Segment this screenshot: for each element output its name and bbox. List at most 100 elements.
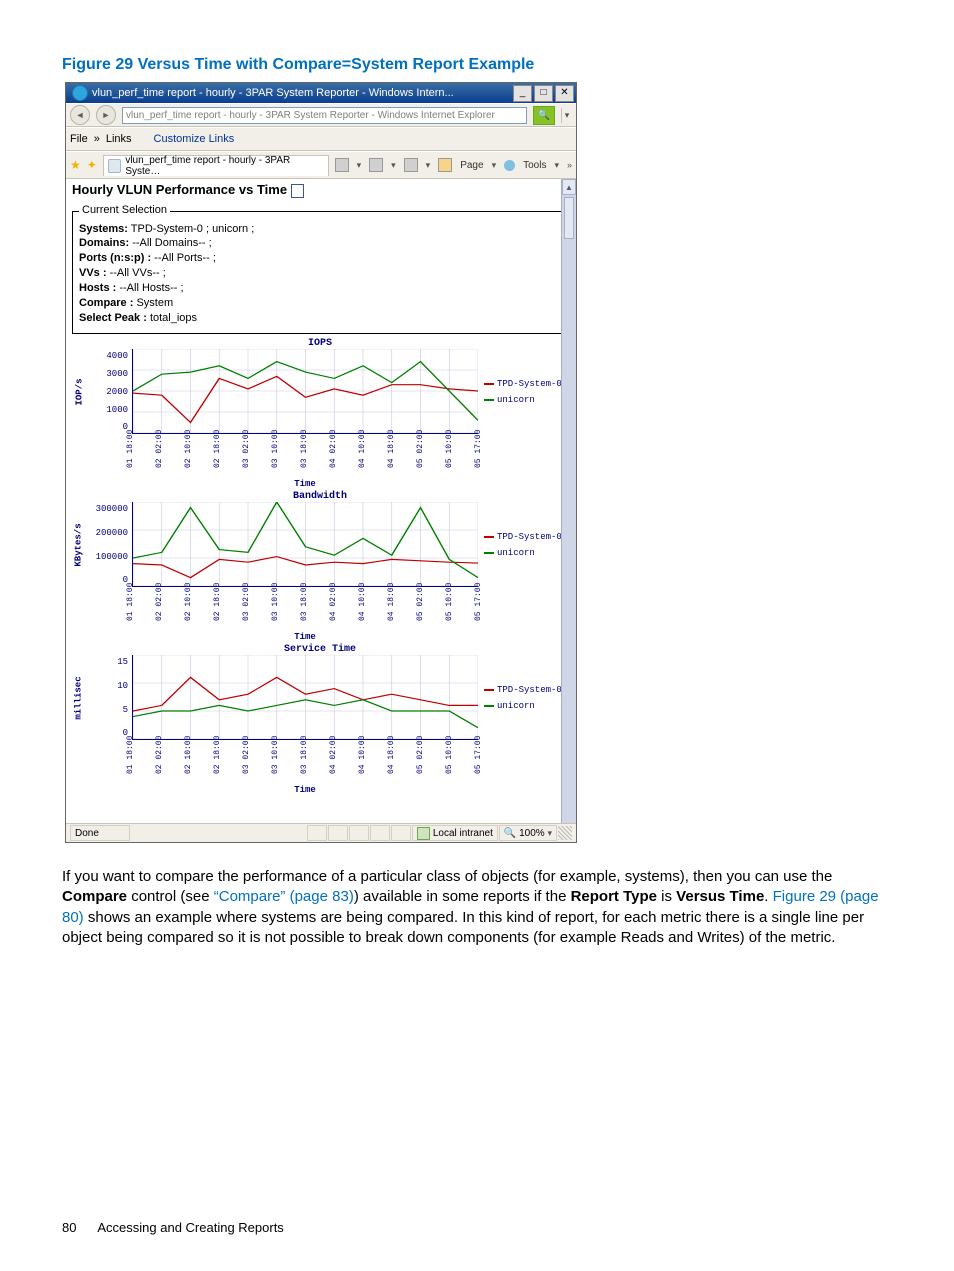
- maximize-button[interactable]: □: [534, 85, 553, 102]
- report-title: Hourly VLUN Performance vs Time: [66, 179, 576, 201]
- xtick: 02 02:00: [155, 458, 164, 468]
- zoom-magnifier-icon: 🔍: [504, 828, 516, 839]
- ytick: 4000: [106, 351, 128, 361]
- current-selection-legend: Current Selection: [79, 204, 170, 216]
- xtick: 02 02:00: [155, 611, 164, 621]
- window-title: vlun_perf_time report - hourly - 3PAR Sy…: [92, 87, 511, 99]
- ytick: 5: [123, 705, 128, 715]
- ytick: 3000: [106, 369, 128, 379]
- body-paragraph: If you want to compare the performance o…: [62, 867, 892, 949]
- page-menu-label[interactable]: Page: [460, 160, 483, 171]
- print-icon[interactable]: [404, 158, 418, 172]
- chart-ylabel: KBytes/s: [74, 523, 84, 566]
- intranet-zone-icon: [417, 827, 430, 840]
- xtick: 04 10:00: [358, 764, 367, 774]
- security-zone: Local intranet: [412, 825, 498, 841]
- xtick: 05 17:00: [474, 458, 483, 468]
- ytick: 2000: [106, 387, 128, 397]
- compare-page-link[interactable]: “Compare” (page 83): [214, 888, 354, 905]
- close-button[interactable]: ✕: [555, 85, 574, 102]
- chart-plot-area: [132, 502, 478, 587]
- current-selection-box: Current Selection Systems: TPD-System-0 …: [72, 211, 570, 335]
- minimize-button[interactable]: _: [513, 85, 532, 102]
- ytick: 1000: [106, 405, 128, 415]
- xtick: 03 18:00: [300, 611, 309, 621]
- tools-menu-label[interactable]: Tools: [523, 160, 546, 171]
- xtick: 01 18:00: [126, 458, 135, 468]
- xtick: 03 10:00: [271, 764, 280, 774]
- page-menu-icon[interactable]: [438, 158, 452, 172]
- tab-label: vlun_perf_time report - hourly - 3PAR Sy…: [125, 155, 319, 177]
- domains-label: Domains:: [79, 237, 129, 249]
- xtick: 05 10:00: [445, 764, 454, 774]
- chart-title: IOPS: [72, 338, 568, 349]
- menu-bar: File » Links Customize Links: [66, 127, 576, 151]
- favorites-star-icon[interactable]: ★: [70, 158, 81, 172]
- chart-title: Bandwidth: [72, 491, 568, 502]
- menu-more-icon[interactable]: »: [94, 133, 100, 145]
- scroll-thumb[interactable]: [564, 197, 574, 239]
- links-label: Links: [106, 133, 132, 145]
- menu-file[interactable]: File: [70, 133, 88, 145]
- xtick: 02 10:00: [184, 764, 193, 774]
- chart-ylabel: millisec: [74, 676, 84, 719]
- legend-item: unicorn: [484, 395, 568, 405]
- chart-legend: TPD-System-0 unicorn: [480, 655, 568, 740]
- search-button[interactable]: 🔍: [533, 106, 555, 125]
- xtick: 04 02:00: [329, 764, 338, 774]
- legend-item: unicorn: [484, 548, 568, 558]
- home-icon[interactable]: [335, 158, 349, 172]
- xtick: 05 10:00: [445, 611, 454, 621]
- xtick: 04 10:00: [358, 458, 367, 468]
- chart-plot-area: [132, 349, 478, 434]
- xtick: 05 10:00: [445, 458, 454, 468]
- resize-grip[interactable]: [558, 826, 572, 840]
- chart-legend: TPD-System-0unicorn: [480, 502, 568, 587]
- ie-small-icon: [138, 134, 148, 144]
- legend-item: unicorn: [484, 701, 568, 711]
- window-titlebar: vlun_perf_time report - hourly - 3PAR Sy…: [66, 83, 576, 103]
- chart-xlabel: Time: [66, 785, 568, 795]
- ie-logo-icon: [72, 85, 88, 101]
- xtick: 02 18:00: [213, 764, 222, 774]
- compare-value: System: [136, 297, 173, 309]
- legend-item: TPD-System-0: [484, 685, 568, 695]
- footer-section: Accessing and Creating Reports: [97, 1220, 283, 1235]
- feeds-icon[interactable]: [369, 158, 383, 172]
- xtick: 05 17:00: [474, 611, 483, 621]
- peak-value: total_iops: [150, 312, 197, 324]
- content-area: Hourly VLUN Performance vs Time Current …: [66, 179, 576, 823]
- scroll-up-button[interactable]: ▲: [562, 179, 576, 195]
- add-favorite-icon[interactable]: ✦: [87, 158, 97, 172]
- xtick: 03 02:00: [242, 611, 251, 621]
- xtick: 05 17:00: [474, 764, 483, 774]
- tab-page-icon: [108, 159, 122, 173]
- chart-ylabel: IOP/s: [74, 378, 84, 405]
- zoom-control[interactable]: 🔍 100% ▾: [499, 825, 557, 841]
- xtick: 03 10:00: [271, 611, 280, 621]
- tab-bar: ★ ✦ vlun_perf_time report - hourly - 3PA…: [66, 151, 576, 179]
- vvs-value: --All VVs-- ;: [110, 267, 166, 279]
- search-dropdown-button[interactable]: ▾: [561, 108, 572, 123]
- toolbar-more-icon[interactable]: »: [567, 160, 572, 170]
- xtick: 04 18:00: [387, 764, 396, 774]
- page-number: 80: [62, 1220, 76, 1235]
- hosts-label: Hosts :: [79, 282, 116, 294]
- chart-legend: TPD-System-0unicorn: [480, 349, 568, 434]
- xtick: 04 02:00: [329, 611, 338, 621]
- back-button[interactable]: ◄: [70, 105, 90, 125]
- forward-button[interactable]: ►: [96, 105, 116, 125]
- xtick: 02 18:00: [213, 611, 222, 621]
- tools-gear-icon[interactable]: [504, 160, 515, 171]
- ytick: 10: [117, 681, 128, 691]
- active-tab[interactable]: vlun_perf_time report - hourly - 3PAR Sy…: [103, 155, 329, 176]
- xtick: 01 18:00: [126, 764, 135, 774]
- customize-links-link[interactable]: Customize Links: [154, 133, 235, 145]
- xtick: 05 02:00: [416, 458, 425, 468]
- page-footer: 80 Accessing and Creating Reports: [62, 1220, 284, 1235]
- address-bar[interactable]: vlun_perf_time report - hourly - 3PAR Sy…: [122, 107, 527, 124]
- vertical-scrollbar[interactable]: ▲: [561, 179, 576, 823]
- ytick: 300000: [96, 504, 128, 514]
- chart-xlabel: Time: [66, 632, 568, 642]
- xtick: 03 10:00: [271, 458, 280, 468]
